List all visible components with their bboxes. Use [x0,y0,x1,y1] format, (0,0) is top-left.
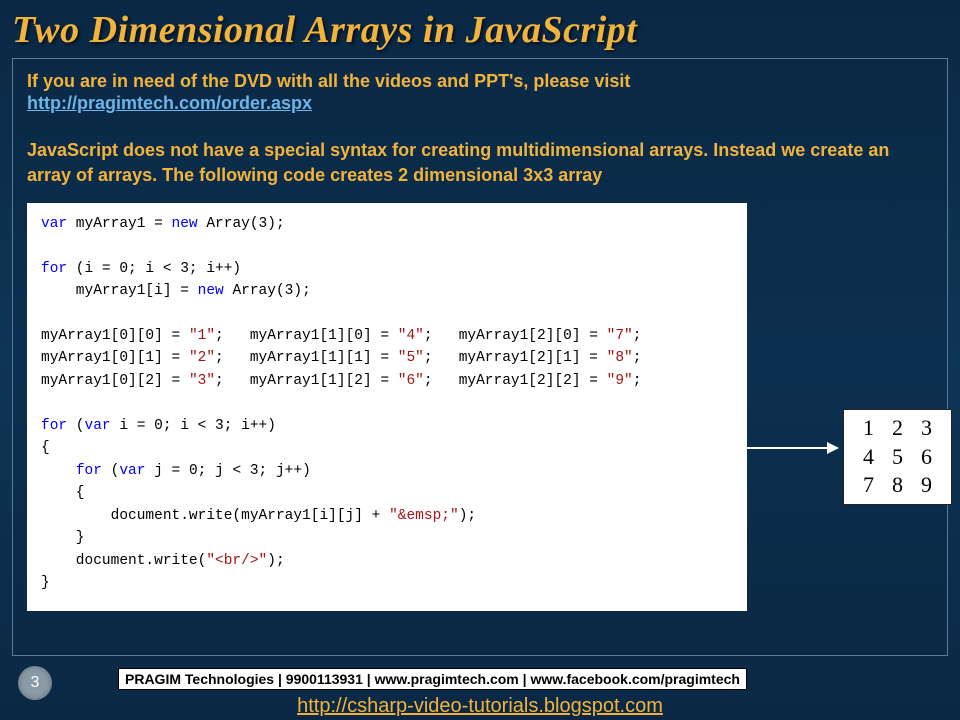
table-row: 456 [854,443,941,472]
slide-title: Two Dimensional Arrays in JavaScript [0,0,960,58]
arrow-icon [747,447,837,449]
output-matrix: 123 456 789 [843,409,952,505]
footer-link[interactable]: http://csharp-video-tutorials.blogspot.c… [0,695,960,718]
code-block: var myArray1 = new Array(3); for (i = 0;… [27,203,747,611]
desc-part2: The following code creates 2 dimensional… [157,165,602,185]
content-frame: If you are in need of the DVD with all t… [12,58,948,656]
order-link[interactable]: http://pragimtech.com/order.aspx [27,93,312,113]
footer: 3 PRAGIM Technologies | 9900113931 | www… [0,662,960,720]
table-row: 789 [854,471,941,500]
footer-info: PRAGIM Technologies | 9900113931 | www.p… [118,668,747,690]
intro-line: If you are in need of the DVD with all t… [27,69,933,93]
description-text: JavaScript does not have a special synta… [27,138,933,188]
table-row: 123 [854,414,941,443]
